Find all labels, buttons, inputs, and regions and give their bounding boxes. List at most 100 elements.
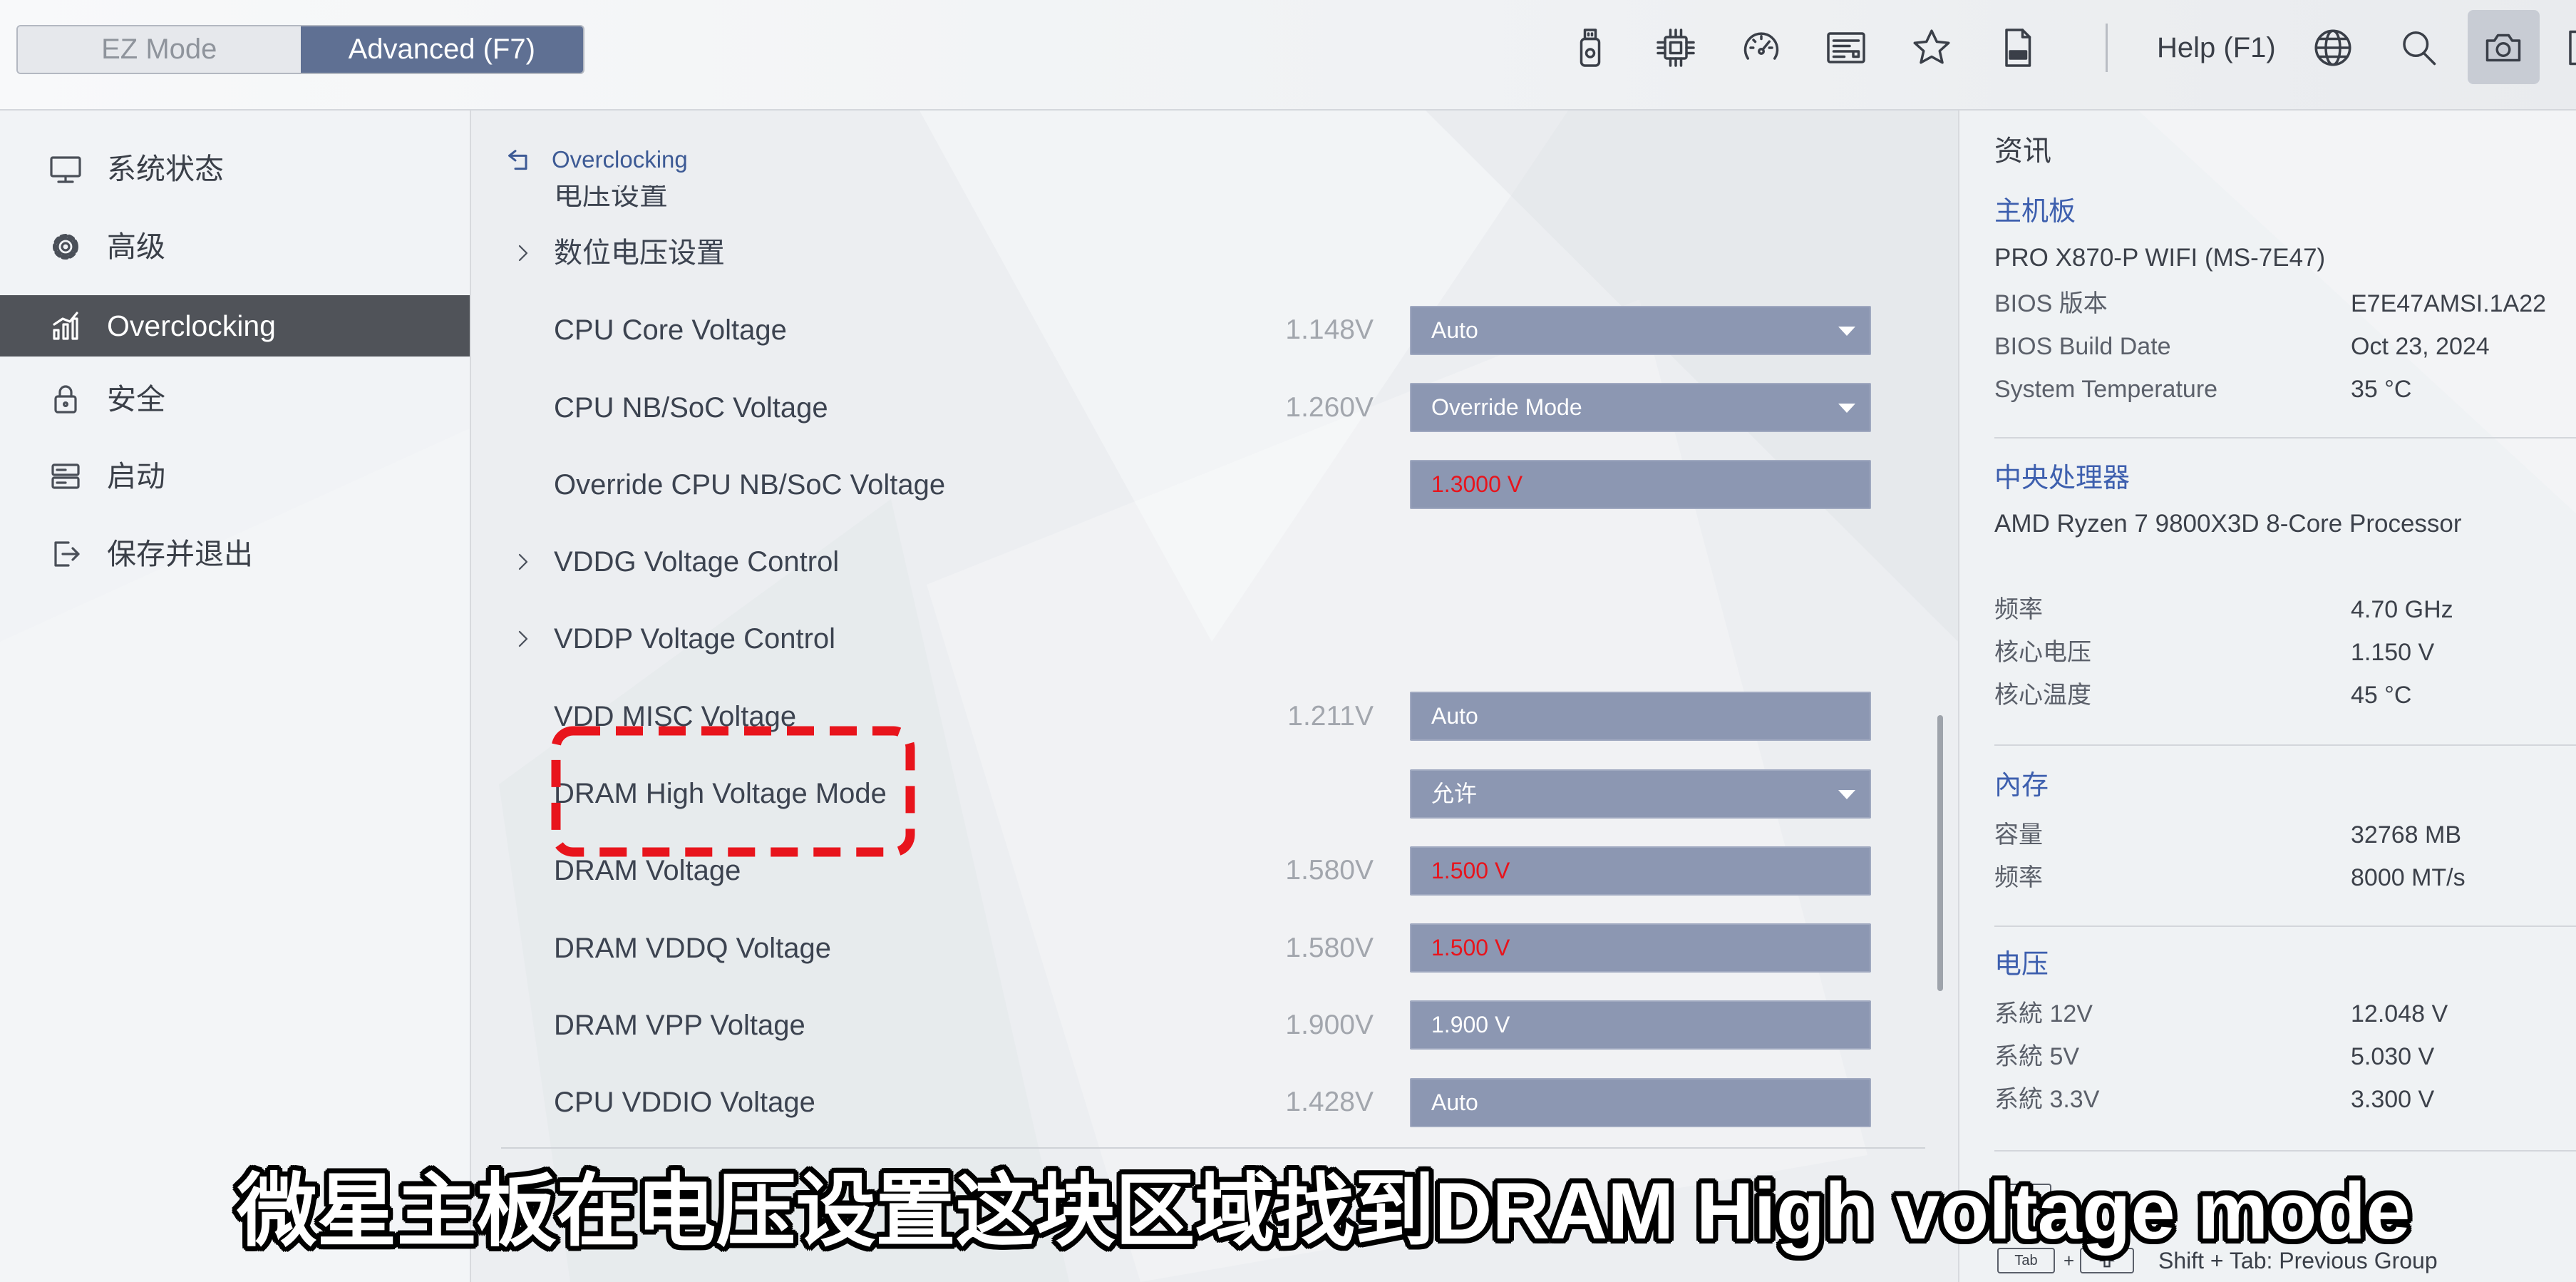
info-value: E7E47AMSI.1A22 (2351, 290, 2547, 317)
input-value: Auto (1431, 703, 1478, 729)
mode-switch: EZ Mode Advanced (F7) (16, 25, 584, 74)
sidebar-item-advanced[interactable]: 高级 (0, 216, 470, 277)
info-value: 12.048 V (2351, 1000, 2448, 1027)
setting-row-cpu-vddio-voltage[interactable]: CPU VDDIO Voltage 1.428V Auto (471, 1064, 1925, 1141)
current-reading: 1.260V (1285, 391, 1374, 423)
setting-row-dram-voltage[interactable]: DRAM Voltage 1.580V 1.500 V (471, 832, 1925, 909)
star-icon[interactable] (1910, 26, 1953, 69)
breadcrumb[interactable]: Overclocking (552, 145, 688, 174)
cpu-vddio-voltage-input[interactable]: Auto (1410, 1077, 1871, 1127)
bios-info-icon[interactable] (1825, 26, 1867, 69)
info-value: 3.300 V (2351, 1086, 2435, 1113)
setting-row-digital-voltage[interactable]: 数位电压设置 (471, 215, 1925, 292)
info-value: Oct 23, 2024 (2351, 333, 2490, 360)
info-value: 8000 MT/s (2351, 864, 2466, 891)
sidebar-item-boot[interactable]: 启动 (0, 446, 470, 507)
sidebar: 系统状态 高级 Overclocking 安全 启动 保存并退出 (0, 111, 471, 1282)
info-label: System Temperature (1994, 376, 2218, 403)
info-title: 资讯 (1994, 135, 2051, 167)
info-value: 45 °C (2351, 682, 2412, 709)
info-label: 频率 (1994, 596, 2043, 623)
info-value: 4.70 GHz (2351, 596, 2453, 623)
settings-rows: 数位电压设置 CPU Core Voltage 1.148V Auto CPU … (471, 215, 1958, 1142)
current-reading: 1.580V (1285, 932, 1374, 963)
setting-row-cpu-nb-soc-voltage[interactable]: CPU NB/SoC Voltage 1.260V Override Mode (471, 369, 1925, 446)
sidebar-item-label: 保存并退出 (107, 538, 253, 570)
toolbar-divider (2106, 24, 2108, 72)
exit-icon (48, 537, 83, 571)
setting-row-vddp-voltage-control[interactable]: VDDP Voltage Control (471, 600, 1925, 677)
section-heading-memory: 內存 (1994, 771, 2049, 801)
input-value: 1.500 V (1431, 857, 1510, 883)
scrollbar-thumb[interactable] (1937, 715, 1943, 991)
info-label: BIOS 版本 (1994, 290, 2108, 317)
monitor-icon (48, 152, 83, 186)
section-heading-voltage: 电压 (1994, 950, 2049, 980)
info-value: 32768 MB (2351, 821, 2461, 848)
input-value: 1.3000 V (1431, 471, 1523, 498)
current-reading: 1.900V (1285, 1009, 1374, 1040)
sidebar-item-system-status[interactable]: 系统状态 (0, 138, 470, 200)
current-reading: 1.148V (1285, 314, 1374, 346)
info-label: 容量 (1994, 821, 2043, 848)
sidebar-item-label: 高级 (107, 230, 165, 263)
info-divider (1994, 925, 2576, 927)
tab-advanced-mode[interactable]: Advanced (F7) (300, 26, 583, 73)
info-divider (1994, 437, 2576, 439)
globe-icon[interactable] (2312, 26, 2354, 69)
search-icon[interactable] (2397, 26, 2440, 69)
log-file-icon[interactable] (1996, 26, 2039, 69)
help-button[interactable]: Help (F1) (2157, 30, 2276, 66)
usb-flash-icon[interactable] (1569, 26, 1612, 69)
setting-row-vdd-misc-voltage[interactable]: VDD MISC Voltage 1.211V Auto (471, 678, 1925, 755)
setting-row-dram-vpp-voltage[interactable]: DRAM VPP Voltage 1.900V 1.900 V (471, 987, 1925, 1064)
gauge-icon[interactable] (1740, 26, 1783, 69)
document-icon[interactable] (2563, 26, 2576, 69)
info-divider (1994, 744, 2576, 746)
setting-label: Override CPU NB/SoC Voltage (554, 468, 946, 501)
cpu-nb-soc-voltage-dropdown[interactable]: Override Mode (1410, 383, 1871, 433)
input-value: Auto (1431, 1089, 1478, 1115)
sidebar-item-label: Overclocking (107, 309, 276, 342)
setting-row-cpu-core-voltage[interactable]: CPU Core Voltage 1.148V Auto (471, 292, 1925, 369)
setting-label: DRAM High Voltage Mode (554, 778, 887, 810)
setting-label: CPU VDDIO Voltage (554, 1087, 815, 1119)
lock-icon (48, 382, 83, 416)
cpu-icon[interactable] (1654, 26, 1697, 69)
bar-chart-icon (48, 309, 83, 343)
tab-ez-mode[interactable]: EZ Mode (18, 26, 301, 73)
override-cpu-nb-soc-voltage-input[interactable]: 1.3000 V (1410, 460, 1871, 510)
section-header: 电压设置 (554, 185, 668, 211)
top-bar: EZ Mode Advanced (F7) Help (F1) (0, 0, 2576, 111)
dropdown-arrow-icon (1838, 326, 1855, 336)
dropdown-value: Auto (1431, 317, 1478, 343)
info-label: BIOS Build Date (1994, 333, 2171, 360)
info-label: 核心电压 (1994, 639, 2091, 666)
vdd-misc-voltage-input[interactable]: Auto (1410, 692, 1871, 742)
dropdown-arrow-icon (1838, 404, 1855, 414)
setting-label: CPU Core Voltage (554, 314, 787, 347)
chevron-right-icon (512, 242, 534, 265)
current-reading: 1.428V (1285, 1087, 1374, 1118)
setting-row-override-cpu-nb-soc-voltage[interactable]: Override CPU NB/SoC Voltage 1.3000 V (471, 446, 1925, 523)
video-subtitle: 微星主板在电压设置这块区域找到DRAM High voltage mode (237, 1166, 2411, 1256)
dram-vddq-voltage-input[interactable]: 1.500 V (1410, 923, 1871, 973)
setting-label: 数位电压设置 (554, 237, 725, 269)
dram-vpp-voltage-input[interactable]: 1.900 V (1410, 1000, 1871, 1050)
info-value: 5.030 V (2351, 1043, 2435, 1070)
sidebar-item-security[interactable]: 安全 (0, 369, 470, 430)
dram-high-voltage-mode-dropdown[interactable]: 允许 (1410, 769, 1871, 819)
setting-row-dram-vddq-voltage[interactable]: DRAM VDDQ Voltage 1.580V 1.500 V (471, 910, 1925, 987)
info-panel: 资讯 主机板 PRO X870-P WIFI (MS-7E47) BIOS 版本… (1958, 111, 2576, 1282)
back-arrow-icon[interactable] (505, 146, 533, 175)
setting-row-dram-high-voltage-mode[interactable]: DRAM High Voltage Mode 允许 (471, 755, 1925, 832)
sidebar-item-overclocking[interactable]: Overclocking (0, 295, 470, 357)
sidebar-item-save-exit[interactable]: 保存并退出 (0, 523, 470, 585)
camera-icon[interactable] (2482, 26, 2525, 69)
dram-voltage-input[interactable]: 1.500 V (1410, 846, 1871, 896)
info-label: 核心温度 (1994, 682, 2091, 709)
cpu-core-voltage-dropdown[interactable]: Auto (1410, 305, 1871, 355)
setting-row-vddg-voltage-control[interactable]: VDDG Voltage Control (471, 523, 1925, 600)
setting-label: CPU NB/SoC Voltage (554, 391, 828, 424)
info-value: 1.150 V (2351, 639, 2435, 666)
